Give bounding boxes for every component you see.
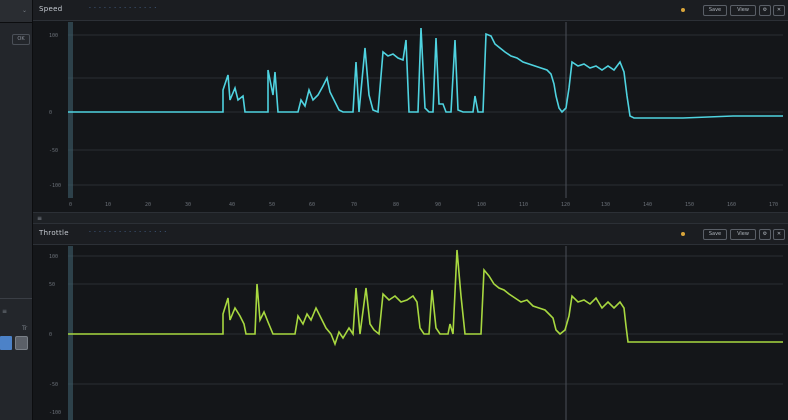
x-tick: 50	[269, 202, 275, 208]
sidebar-menu-icon[interactable]: ≡	[2, 308, 7, 315]
x-tick: 90	[435, 202, 441, 208]
x-tick: 40	[229, 202, 235, 208]
x-tick: 170	[769, 202, 778, 208]
throttle-trace	[68, 249, 783, 347]
sidebar-track-label: Tr	[22, 325, 28, 332]
speed-trace	[68, 27, 783, 119]
x-tick: 70	[351, 202, 357, 208]
sidebar-collapse-icon[interactable]: ⌄	[22, 7, 27, 14]
speed-chart[interactable]: 100 0 -50 -100 0 10 20 30 40 50 60 70 80…	[33, 0, 788, 212]
x-tick: 10	[105, 202, 111, 208]
x-tick: 60	[309, 202, 315, 208]
x-tick: 0	[69, 202, 72, 208]
y-tick: -50	[49, 148, 58, 154]
throttle-chart[interactable]: 100 50 0 -50 -100	[33, 224, 788, 420]
y-tick: -50	[49, 382, 58, 388]
x-tick: 80	[393, 202, 399, 208]
y-tick: -100	[49, 183, 61, 189]
y-tick: 0	[49, 332, 52, 338]
x-tick: 30	[185, 202, 191, 208]
x-tick: 130	[601, 202, 610, 208]
x-tick: 160	[727, 202, 736, 208]
x-tick: 20	[145, 202, 151, 208]
sidebar-color-swatch[interactable]	[15, 336, 28, 350]
y-tick: 100	[49, 33, 58, 39]
y-tick: -100	[49, 410, 61, 416]
y-tick: 100	[49, 254, 58, 260]
x-tick: 120	[561, 202, 570, 208]
sidebar-ok-chip[interactable]: OK	[12, 34, 30, 45]
y-axis-ticks: 100 0 -50 -100	[49, 33, 61, 189]
y-tick: 0	[49, 110, 52, 116]
x-tick: 100	[477, 202, 486, 208]
sidebar-divider	[0, 298, 32, 299]
sidebar: ⌄ OK ≡ Tr	[0, 0, 33, 420]
x-tick: 140	[643, 202, 652, 208]
drag-handle-icon[interactable]: ≡	[37, 215, 42, 222]
chart-panel-top: Speed · · · · · · · · · · · · · · Save V…	[33, 0, 788, 212]
panel-splitter[interactable]: ≡	[33, 212, 788, 224]
sidebar-color-selected[interactable]	[0, 336, 12, 350]
range-handle-left[interactable]	[68, 22, 73, 198]
x-axis-ticks: 0 10 20 30 40 50 60 70 80 90 100 110 120…	[69, 202, 778, 208]
chart-panel-bottom: Throttle · · · · · · · · · · · · · · · ·…	[33, 224, 788, 420]
x-tick: 150	[685, 202, 694, 208]
sidebar-header: ⌄	[0, 0, 32, 23]
y-tick: 50	[49, 282, 55, 288]
y-axis-ticks: 100 50 0 -50 -100	[49, 254, 61, 416]
range-handle-left[interactable]	[68, 246, 73, 420]
x-tick: 110	[519, 202, 528, 208]
